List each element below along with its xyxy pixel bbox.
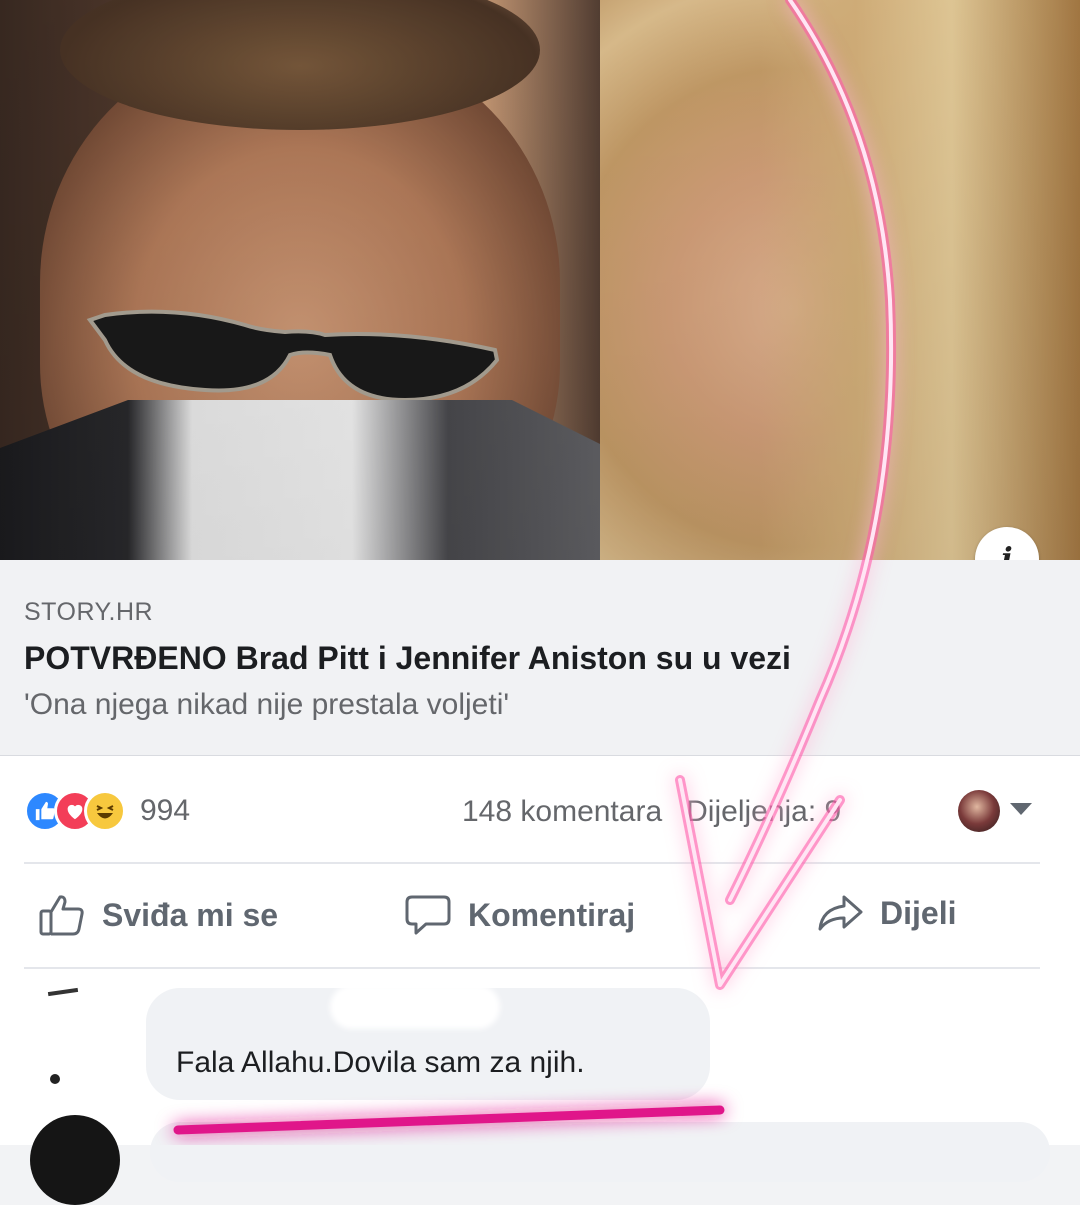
haha-icon [84, 790, 126, 832]
like-button[interactable]: Sviđa mi se [38, 893, 278, 937]
comment-label: Komentiraj [468, 896, 636, 933]
share-count[interactable]: Dijeljenja: 9 [686, 795, 841, 829]
chevron-down-icon[interactable] [1010, 803, 1032, 815]
link-headline[interactable]: POTVRĐENO Brad Pitt i Jennifer Aniston s… [24, 640, 791, 677]
post-photo[interactable] [0, 0, 1080, 560]
comment-icon [405, 895, 451, 935]
page-avatar[interactable] [958, 790, 1000, 832]
divider [24, 967, 1040, 969]
next-comment-bubble[interactable] [150, 1122, 1050, 1182]
commenter-name-redacted [330, 985, 500, 1029]
avatar-fragment [50, 1074, 60, 1084]
next-commenter-avatar[interactable] [30, 1115, 120, 1205]
share-label: Dijeli [880, 894, 957, 931]
engagement-stats: 148 komentara Dijeljenja: 9 [462, 795, 841, 829]
comment-button[interactable]: Komentiraj [404, 893, 635, 937]
link-subtitle: 'Ona njega nikad nije prestala voljeti' [24, 688, 510, 721]
reaction-count: 994 [140, 794, 191, 827]
like-label: Sviđa mi se [102, 896, 279, 933]
share-icon [818, 895, 863, 931]
photo-shade [0, 0, 1080, 560]
thumbs-up-icon [39, 895, 84, 936]
comment-count[interactable]: 148 komentara [462, 795, 662, 829]
comment-text: Fala Allahu.Dovila sam za njih. [176, 1046, 585, 1079]
reaction-summary[interactable]: 994 [24, 790, 190, 832]
share-button[interactable]: Dijeli [816, 893, 956, 933]
divider [24, 862, 1040, 864]
link-source: STORY.HR [24, 598, 154, 626]
